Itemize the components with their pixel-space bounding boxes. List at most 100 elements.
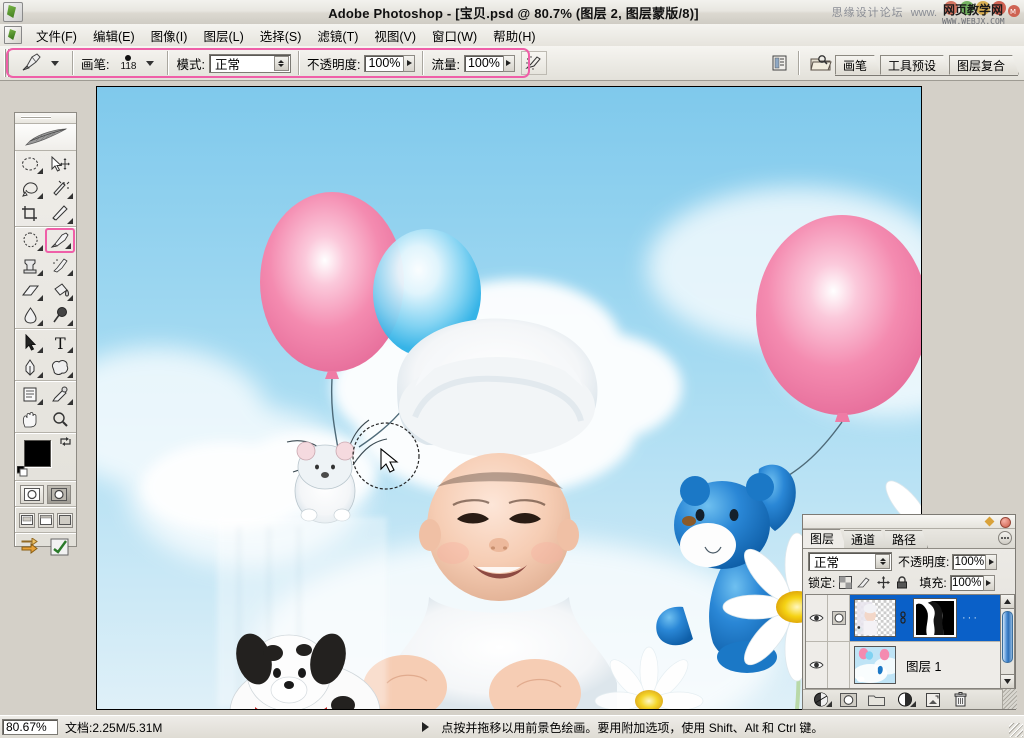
layer-visibility-toggle[interactable] <box>806 595 828 641</box>
new-layer-button[interactable] <box>924 692 941 708</box>
document-icon[interactable] <box>4 26 22 44</box>
tool-paint-bucket[interactable] <box>45 278 75 303</box>
menu-filter[interactable]: 滤镜(T) <box>309 23 366 48</box>
zoom-level-input[interactable]: 80.67% <box>2 719 58 735</box>
scroll-up-button[interactable] <box>1001 595 1014 609</box>
layer-blend-mode-select[interactable]: 正常 <box>808 552 892 571</box>
layers-scrollbar[interactable] <box>1000 595 1014 688</box>
lock-image-pixels-icon[interactable] <box>857 576 871 590</box>
default-colors-icon[interactable] <box>17 466 28 477</box>
tool-magic-wand[interactable] <box>45 176 75 201</box>
menu-file[interactable]: 文件(F) <box>28 23 85 48</box>
layer-opacity-input[interactable]: 100% <box>952 553 987 570</box>
tab-channels[interactable]: 通道 <box>844 530 887 548</box>
lock-transparent-pixels-icon[interactable] <box>838 576 852 590</box>
new-group-button[interactable] <box>868 692 885 708</box>
airbrush-toggle-button[interactable] <box>520 51 547 75</box>
current-tool-brush-icon[interactable] <box>15 50 49 76</box>
tool-lasso[interactable] <box>15 176 45 201</box>
palette-well-button[interactable] <box>769 52 791 74</box>
tab-tool-presets[interactable]: 工具预设 <box>880 55 950 75</box>
tool-move[interactable] <box>45 151 75 176</box>
tool-type[interactable]: T <box>45 330 75 355</box>
layer-opacity-arrow-icon[interactable] <box>985 553 998 570</box>
toolbox-feather-logo-icon[interactable] <box>15 124 76 151</box>
layers-palette-titlebar[interactable] <box>803 515 1015 529</box>
tab-layer-comps[interactable]: 图层复合 <box>949 55 1019 75</box>
standard-mode-button[interactable] <box>20 484 44 504</box>
tool-marquee[interactable] <box>15 151 45 176</box>
tool-clone-stamp[interactable] <box>15 253 45 278</box>
tool-pen[interactable] <box>15 355 45 380</box>
opacity-slider-arrow-icon[interactable] <box>403 54 416 72</box>
blend-mode-select[interactable]: 正常 <box>208 53 291 73</box>
tool-eraser[interactable] <box>15 278 45 303</box>
layer-mask-thumbnail[interactable] <box>913 598 957 638</box>
tool-blur[interactable] <box>15 303 45 328</box>
menu-help[interactable]: 帮助(H) <box>485 23 543 48</box>
layer-blend-mode-spinner-icon[interactable] <box>875 554 890 569</box>
tool-slice[interactable] <box>45 201 75 226</box>
tool-eyedropper[interactable] <box>45 382 75 407</box>
lock-position-icon[interactable] <box>876 576 890 590</box>
toolbox-drag-handle[interactable] <box>15 113 76 124</box>
table-row[interactable]: ··· <box>806 595 1014 642</box>
tool-brush[interactable] <box>45 228 75 253</box>
jump-to-imageready-button[interactable] <box>21 536 45 559</box>
layer-fill-arrow-icon[interactable] <box>982 574 995 591</box>
tool-preset-chevron-down-icon[interactable] <box>51 60 59 66</box>
flow-input[interactable]: 100% <box>463 54 504 72</box>
scrollbar-thumb[interactable] <box>1002 611 1013 663</box>
layer-link-toggle[interactable] <box>828 642 850 688</box>
quick-mask-mode-button[interactable] <box>47 484 71 504</box>
menu-window[interactable]: 窗口(W) <box>424 23 485 48</box>
menu-select[interactable]: 选择(S) <box>252 23 310 48</box>
palette-dock-diamond-icon[interactable] <box>984 516 995 527</box>
table-row[interactable]: 图层 1 <box>806 642 1014 688</box>
image-canvas[interactable] <box>97 87 921 709</box>
document-window[interactable] <box>96 86 922 710</box>
window-resize-grip[interactable] <box>1009 723 1023 737</box>
layer-thumbnail[interactable] <box>854 599 896 637</box>
delete-layer-button[interactable] <box>952 692 969 708</box>
menu-view[interactable]: 视图(V) <box>366 23 424 48</box>
layer-link-toggle[interactable] <box>828 595 850 641</box>
layer-fill-input[interactable]: 100% <box>949 574 984 591</box>
layer-thumbnail[interactable] <box>854 646 896 684</box>
palette-resize-grip[interactable] <box>1002 689 1017 709</box>
full-screen-menubar-mode-button[interactable] <box>37 512 54 528</box>
flow-slider-arrow-icon[interactable] <box>502 54 515 72</box>
scroll-down-button[interactable] <box>1001 674 1014 688</box>
menu-edit[interactable]: 编辑(E) <box>85 23 143 48</box>
tab-brushes[interactable]: 画笔 <box>835 55 881 75</box>
file-browser-button[interactable] <box>807 52 835 74</box>
menu-layer[interactable]: 图层(L) <box>195 23 251 48</box>
brush-preset-thumbnail[interactable]: 118 <box>113 50 143 76</box>
layers-list[interactable]: ··· 图层 1 <box>805 594 1015 689</box>
tab-layers[interactable]: 图层 <box>803 529 846 548</box>
options-bar-grip[interactable] <box>2 49 11 77</box>
tool-path-selection[interactable] <box>15 330 45 355</box>
lock-all-icon[interactable] <box>895 576 909 590</box>
standard-screen-mode-button[interactable] <box>18 512 35 528</box>
status-bar-menu-arrow-icon[interactable] <box>422 722 430 732</box>
blend-mode-spinner-icon[interactable] <box>273 55 289 71</box>
tool-notes[interactable] <box>15 382 45 407</box>
imageready-icon[interactable] <box>50 538 70 559</box>
layer-visibility-toggle[interactable] <box>806 642 828 688</box>
add-layer-mask-button[interactable] <box>840 692 857 708</box>
foreground-color-swatch[interactable] <box>24 440 51 467</box>
layer-mask-link-icon[interactable] <box>899 610 907 626</box>
menu-image[interactable]: 图像(I) <box>143 23 196 48</box>
tool-crop[interactable] <box>15 201 45 226</box>
opacity-input[interactable]: 100% <box>364 54 405 72</box>
tool-dodge[interactable] <box>45 303 75 328</box>
new-adjustment-layer-button[interactable] <box>896 692 916 708</box>
palette-close-button[interactable] <box>1000 517 1011 528</box>
full-screen-mode-button[interactable] <box>56 512 73 528</box>
layer-style-button[interactable] <box>812 692 832 708</box>
tab-paths[interactable]: 路径 <box>885 530 928 548</box>
tool-healing-brush[interactable] <box>15 228 45 253</box>
tool-history-brush[interactable] <box>45 253 75 278</box>
palette-menu-button[interactable] <box>998 531 1012 545</box>
